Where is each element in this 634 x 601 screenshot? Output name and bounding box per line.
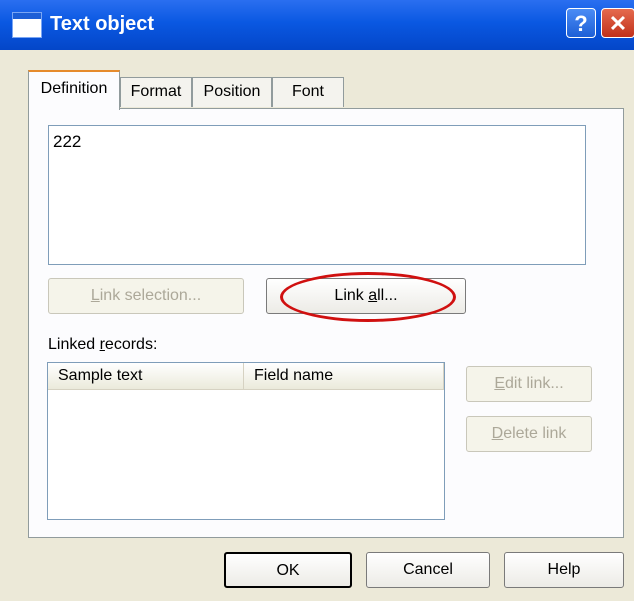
- text-object-dialog: Text object ? ✕ Definition Format Positi…: [0, 0, 634, 601]
- edit-link-label-accel: E: [494, 375, 505, 392]
- text-input[interactable]: 222: [48, 125, 586, 265]
- linked-records-list[interactable]: Sample text Field name: [47, 362, 445, 520]
- delete-link-label-post: elete link: [503, 425, 567, 442]
- column-field-name[interactable]: Field name: [244, 363, 444, 389]
- tab-format[interactable]: Format: [120, 77, 192, 107]
- tab-position[interactable]: Position: [192, 77, 272, 107]
- link-all-label-post: ll...: [377, 287, 398, 304]
- linked-records-label-post: ecords:: [104, 336, 158, 353]
- ok-button[interactable]: OK: [224, 552, 352, 588]
- window-icon: [12, 12, 42, 38]
- cancel-button[interactable]: Cancel: [366, 552, 490, 588]
- delete-link-button[interactable]: Delete link: [466, 416, 592, 452]
- delete-link-label-accel: D: [491, 425, 504, 442]
- column-sample-text[interactable]: Sample text: [48, 363, 244, 389]
- link-selection-label-accel: L: [90, 287, 100, 304]
- tab-font[interactable]: Font: [272, 77, 344, 107]
- title-bar[interactable]: Text object ? ✕: [0, 0, 634, 50]
- link-all-button[interactable]: Link all...: [266, 278, 466, 314]
- edit-link-label-post: dit link...: [504, 375, 564, 392]
- link-all-label-pre: Link: [334, 287, 369, 304]
- help-icon[interactable]: ?: [566, 8, 596, 38]
- close-icon[interactable]: ✕: [601, 8, 634, 38]
- link-selection-button[interactable]: Link selection...: [48, 278, 244, 314]
- edit-link-button[interactable]: Edit link...: [466, 366, 592, 402]
- link-selection-label-post: ink selection...: [99, 287, 202, 304]
- link-all-label-accel: a: [368, 287, 378, 304]
- help-button[interactable]: Help: [504, 552, 624, 588]
- list-header: Sample text Field name: [48, 363, 444, 390]
- window-title: Text object: [50, 13, 155, 35]
- linked-records-label: Linked records:: [48, 336, 157, 354]
- linked-records-label-pre: Linked: [48, 336, 100, 353]
- tab-definition[interactable]: Definition: [28, 70, 120, 110]
